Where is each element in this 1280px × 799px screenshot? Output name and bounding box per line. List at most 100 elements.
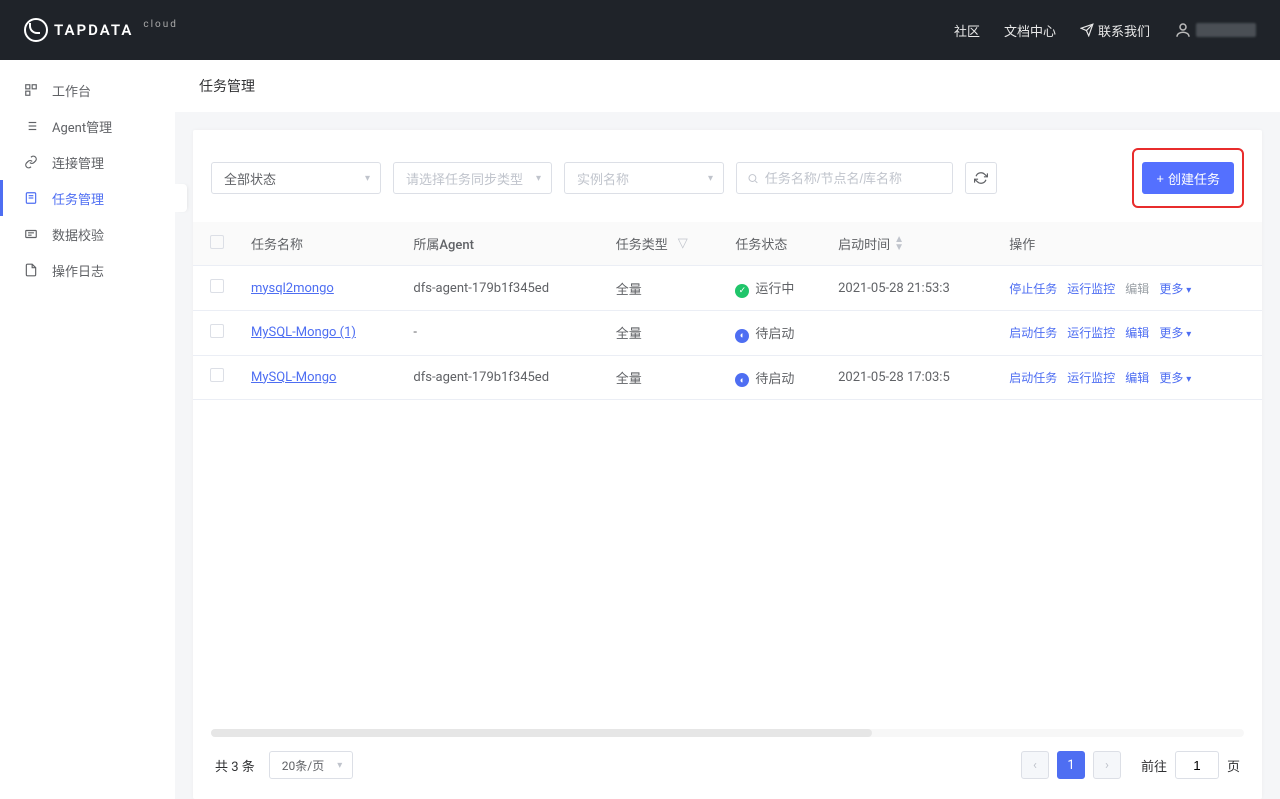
task-name-link[interactable]: mysql2mongo [251, 281, 334, 296]
page-title: 任务管理 [175, 60, 1280, 112]
status-cell: ◐待启动 [725, 311, 828, 356]
col-ops: 操作 [999, 222, 1262, 266]
brand-logo: TAPDATA cloud [24, 18, 178, 42]
app-header: TAPDATA cloud 社区 文档中心 联系我们 [0, 0, 1280, 60]
sidebar-item-task[interactable]: 任务管理 [0, 180, 175, 216]
row-checkbox[interactable] [210, 279, 224, 293]
row-checkbox[interactable] [210, 368, 224, 382]
task-name-link[interactable]: MySQL-Mongo [251, 370, 336, 385]
verify-icon [24, 227, 38, 241]
goto-page-input[interactable] [1175, 751, 1219, 779]
chevron-down-icon: ▾ [708, 173, 713, 184]
action-monitor[interactable]: 运行监控 [1067, 324, 1115, 341]
sidebar-item-agent[interactable]: Agent管理 [0, 108, 175, 144]
instance-select[interactable]: 实例名称 ▾ [564, 162, 724, 194]
chevron-down-icon: ▾ [1186, 329, 1191, 340]
action-more[interactable]: 更多 ▾ [1159, 280, 1191, 297]
agent-cell: - [403, 311, 605, 356]
sidebar: 工作台 Agent管理 连接管理 任务管理 数据校验 操作日志 [0, 60, 175, 799]
select-all-checkbox[interactable] [210, 235, 224, 249]
create-task-button[interactable]: + 创建任务 [1142, 162, 1234, 194]
total-count-text: 共 3 条 [215, 756, 255, 775]
action-monitor[interactable]: 运行监控 [1067, 280, 1115, 297]
sidebar-item-workbench[interactable]: 工作台 [0, 72, 175, 108]
status-cell: ◐待启动 [725, 355, 828, 400]
list-icon [24, 119, 38, 133]
sync-type-select[interactable]: 请选择任务同步类型 ▾ [393, 162, 552, 194]
start-time-cell: 2021-05-28 21:53:3 [828, 266, 999, 311]
status-select[interactable]: 全部状态 ▾ [211, 162, 381, 194]
col-agent: 所属Agent [403, 222, 605, 266]
sidebar-item-connection[interactable]: 连接管理 [0, 144, 175, 180]
page-number-button[interactable]: 1 [1057, 751, 1085, 779]
dashboard-icon [24, 83, 38, 97]
nav-contact[interactable]: 联系我们 [1080, 21, 1150, 40]
task-table: 任务名称 所属Agent 任务类型▽ 任务状态 启动时间▲▼ 操作 mysql2… [193, 222, 1262, 400]
sidebar-item-log[interactable]: 操作日志 [0, 252, 175, 288]
action-primary[interactable]: 启动任务 [1009, 324, 1057, 341]
task-name-link[interactable]: MySQL-Mongo (1) [251, 325, 356, 340]
active-tab-indicator [175, 184, 187, 212]
nav-community[interactable]: 社区 [954, 21, 980, 40]
action-more[interactable]: 更多 ▾ [1159, 369, 1191, 386]
search-input[interactable] [765, 171, 942, 186]
link-icon [24, 155, 38, 169]
action-edit[interactable]: 编辑 [1125, 280, 1149, 297]
content-card: 全部状态 ▾ 请选择任务同步类型 ▾ 实例名称 ▾ [193, 130, 1262, 799]
action-edit[interactable]: 编辑 [1125, 369, 1149, 386]
sidebar-item-label: 数据校验 [52, 225, 104, 244]
row-checkbox[interactable] [210, 324, 224, 338]
action-primary[interactable]: 启动任务 [1009, 369, 1057, 386]
start-time-cell [828, 311, 999, 356]
horizontal-scrollbar[interactable] [211, 729, 1244, 737]
chevron-down-icon: ▾ [536, 173, 541, 184]
user-menu[interactable] [1174, 21, 1256, 39]
prev-page-button[interactable]: ‹ [1021, 751, 1049, 779]
agent-cell: dfs-agent-179b1f345ed [403, 355, 605, 400]
status-cell: ✓运行中 [725, 266, 828, 311]
task-icon [24, 191, 38, 205]
filter-icon[interactable]: ▽ [678, 236, 688, 251]
next-page-button[interactable]: › [1093, 751, 1121, 779]
type-cell: 全量 [606, 355, 726, 400]
action-monitor[interactable]: 运行监控 [1067, 369, 1115, 386]
search-field[interactable] [736, 162, 953, 194]
filter-bar: 全部状态 ▾ 请选择任务同步类型 ▾ 实例名称 ▾ [193, 130, 1262, 222]
start-time-cell: 2021-05-28 17:03:5 [828, 355, 999, 400]
main-area: 任务管理 全部状态 ▾ 请选择任务同步类型 ▾ 实例名称 ▾ [175, 60, 1280, 799]
goto-prefix: 前往 [1141, 756, 1167, 775]
chevron-down-icon: ▾ [337, 760, 342, 771]
page-size-select[interactable]: 20条/页 ▾ [269, 751, 353, 779]
sort-icon: ▲▼ [894, 236, 904, 252]
col-type: 任务类型▽ [606, 222, 726, 266]
col-start-time[interactable]: 启动时间▲▼ [828, 222, 999, 266]
send-icon [1080, 23, 1094, 37]
type-cell: 全量 [606, 266, 726, 311]
table-row: MySQL-Mongo (1) -全量◐待启动 启动任务运行监控编辑更多 ▾ [193, 311, 1262, 356]
agent-cell: dfs-agent-179b1f345ed [403, 266, 605, 311]
type-cell: 全量 [606, 311, 726, 356]
pagination: 共 3 条 20条/页 ▾ ‹ 1 › 前往 页 [193, 737, 1262, 799]
refresh-button[interactable] [965, 162, 997, 194]
action-primary[interactable]: 停止任务 [1009, 280, 1057, 297]
sidebar-item-label: 连接管理 [52, 153, 104, 172]
nav-docs[interactable]: 文档中心 [1004, 21, 1056, 40]
refresh-icon [974, 171, 988, 185]
col-name: 任务名称 [241, 222, 403, 266]
create-task-highlight: + 创建任务 [1132, 148, 1244, 208]
user-icon [1174, 21, 1192, 39]
table-row: mysql2mongo dfs-agent-179b1f345ed全量✓运行中20… [193, 266, 1262, 311]
chevron-down-icon: ▾ [365, 173, 370, 184]
brand-text: TAPDATA [54, 21, 133, 39]
table-row: MySQL-Mongo dfs-agent-179b1f345ed全量◐待启动20… [193, 355, 1262, 400]
action-more[interactable]: 更多 ▾ [1159, 324, 1191, 341]
status-icon: ✓ [735, 284, 749, 298]
username-redacted [1196, 23, 1256, 37]
col-status: 任务状态 [725, 222, 828, 266]
log-icon [24, 263, 38, 277]
sidebar-item-verify[interactable]: 数据校验 [0, 216, 175, 252]
logo-icon [24, 18, 48, 42]
chevron-down-icon: ▾ [1186, 285, 1191, 296]
plus-icon: + [1156, 171, 1164, 186]
action-edit[interactable]: 编辑 [1125, 324, 1149, 341]
